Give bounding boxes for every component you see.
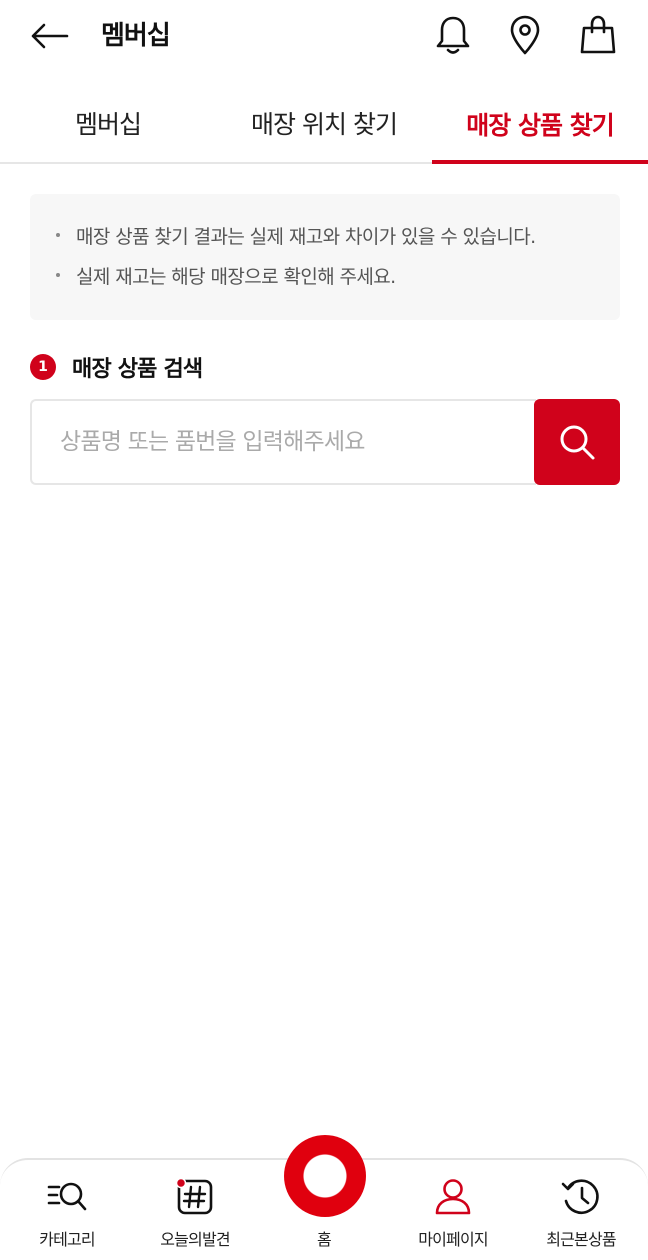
nav-mypage[interactable]: 마이페이지 [388, 1160, 518, 1260]
category-search-icon [2, 1174, 132, 1220]
product-search-input[interactable] [30, 399, 536, 485]
nav-label: 마이페이지 [418, 1230, 488, 1249]
back-arrow-icon [31, 23, 69, 49]
hashtag-icon [130, 1174, 260, 1220]
nav-label: 최근본상품 [546, 1230, 616, 1249]
notice-text: 실제 재고는 해당 매장으로 확인해 주세요. [76, 265, 396, 288]
notice-box: 매장 상품 찾기 결과는 실제 재고와 차이가 있을 수 있습니다. 실제 재고… [30, 194, 620, 320]
nav-label: 홈 [317, 1230, 332, 1249]
notice-line: 매장 상품 찾기 결과는 실제 재고와 차이가 있을 수 있습니다. [56, 224, 620, 248]
product-search-box [30, 399, 620, 485]
bullet-icon [56, 273, 60, 277]
history-icon [516, 1174, 646, 1220]
app-header: 멤버십 [0, 0, 648, 72]
notice-line: 실제 재고는 해당 매장으로 확인해 주세요. [56, 264, 620, 288]
bell-icon [436, 16, 470, 54]
nav-category[interactable]: 카테고리 [2, 1160, 132, 1260]
store-location-button[interactable] [505, 12, 545, 58]
nav-label: 오늘의발견 [160, 1230, 230, 1249]
notice-text: 매장 상품 찾기 결과는 실제 재고와 차이가 있을 수 있습니다. [76, 225, 536, 248]
notification-button[interactable] [433, 12, 473, 58]
bullet-icon [56, 233, 60, 237]
step-badge: 1 [30, 354, 56, 380]
cart-button[interactable] [578, 12, 618, 58]
tab-bar: 멤버십 매장 위치 찾기 매장 상품 찾기 [0, 84, 648, 164]
nav-label: 카테고리 [39, 1230, 95, 1249]
search-button[interactable] [534, 399, 620, 485]
location-pin-icon [510, 15, 540, 55]
search-icon [560, 425, 595, 460]
user-icon [388, 1174, 518, 1220]
page-title: 멤버십 [101, 21, 171, 51]
nav-today-discovery[interactable]: 오늘의발견 [130, 1160, 260, 1260]
tab-store-location[interactable]: 매장 위치 찾기 [216, 84, 432, 162]
search-section-header: 1 매장 상품 검색 [30, 352, 203, 382]
tab-membership[interactable]: 멤버십 [0, 84, 216, 162]
shopping-bag-icon [580, 15, 616, 54]
nav-recently-viewed[interactable]: 최근본상품 [516, 1160, 646, 1260]
back-button[interactable] [26, 16, 72, 56]
tab-store-product[interactable]: 매장 상품 찾기 [432, 84, 648, 164]
home-ring-icon[interactable] [284, 1135, 366, 1217]
section-title: 매장 상품 검색 [72, 357, 203, 382]
